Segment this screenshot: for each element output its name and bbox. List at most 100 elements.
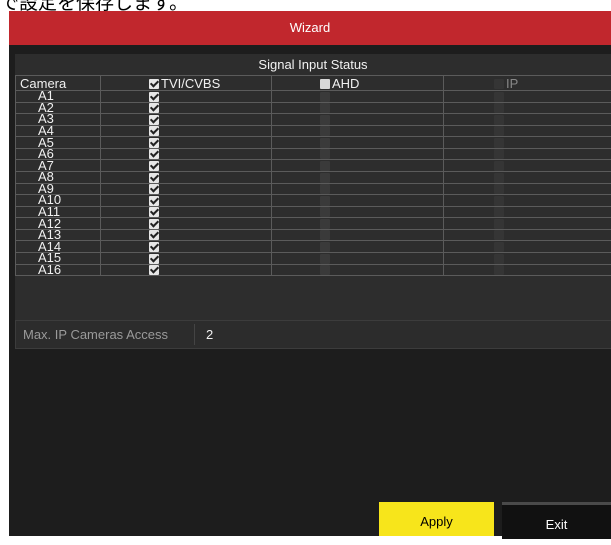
tvi-cvbs-cell[interactable] (101, 218, 272, 230)
tvi-cvbs-cell[interactable] (101, 195, 272, 207)
ahd-cell[interactable] (272, 252, 444, 264)
column-header-camera: Camera (16, 76, 101, 91)
column-header-ahd[interactable]: AHD (272, 76, 444, 91)
ip-label: IP (506, 76, 518, 91)
tvi-cvbs-cell[interactable] (101, 264, 272, 276)
table-row: A11 (16, 206, 611, 218)
ahd-cell[interactable] (272, 206, 444, 218)
tvi-cvbs-checkbox[interactable] (149, 115, 159, 125)
tvi-cvbs-checkbox[interactable] (149, 230, 159, 240)
ahd-cell[interactable] (272, 241, 444, 253)
tvi-cvbs-checkbox[interactable] (149, 196, 159, 206)
camera-name: A7 (16, 160, 101, 172)
tvi-cvbs-master-checkbox[interactable] (149, 79, 159, 89)
ahd-checkbox[interactable] (320, 196, 330, 206)
ip-checkbox (494, 230, 504, 240)
tvi-cvbs-checkbox[interactable] (149, 92, 159, 102)
ahd-cell[interactable] (272, 229, 444, 241)
apply-button[interactable]: Apply (379, 502, 494, 536)
tvi-cvbs-cell[interactable] (101, 91, 272, 103)
tvi-cvbs-checkbox[interactable] (149, 254, 159, 264)
ahd-checkbox[interactable] (320, 103, 330, 113)
tvi-cvbs-cell[interactable] (101, 229, 272, 241)
ahd-cell[interactable] (272, 218, 444, 230)
max-ip-cameras-value[interactable]: 2 (206, 321, 213, 348)
camera-name: A2 (16, 102, 101, 114)
max-ip-cameras-label: Max. IP Cameras Access (23, 321, 168, 348)
signal-input-panel: Signal Input Status Camera TVI/CVBS AHD … (15, 54, 611, 322)
ahd-checkbox[interactable] (320, 254, 330, 264)
ip-cell (444, 264, 611, 276)
table-row: A2 (16, 102, 611, 114)
column-header-tvi-cvbs[interactable]: TVI/CVBS (101, 76, 272, 91)
ahd-checkbox[interactable] (320, 149, 330, 159)
tvi-cvbs-cell[interactable] (101, 125, 272, 137)
ahd-checkbox[interactable] (320, 161, 330, 171)
ahd-cell[interactable] (272, 172, 444, 184)
tvi-cvbs-checkbox[interactable] (149, 126, 159, 136)
camera-name: A3 (16, 114, 101, 126)
tvi-cvbs-checkbox[interactable] (149, 242, 159, 252)
tvi-cvbs-cell[interactable] (101, 137, 272, 149)
tvi-cvbs-checkbox[interactable] (149, 103, 159, 113)
exit-button[interactable]: Exit (502, 502, 611, 539)
ahd-checkbox[interactable] (320, 184, 330, 194)
ahd-label: AHD (332, 76, 359, 91)
ahd-checkbox[interactable] (320, 138, 330, 148)
ahd-cell[interactable] (272, 91, 444, 103)
ip-cell (444, 91, 611, 103)
tvi-cvbs-cell[interactable] (101, 102, 272, 114)
ahd-cell[interactable] (272, 102, 444, 114)
tvi-cvbs-cell[interactable] (101, 241, 272, 253)
tvi-cvbs-cell[interactable] (101, 183, 272, 195)
table-row: A8 (16, 172, 611, 184)
ahd-cell[interactable] (272, 160, 444, 172)
ahd-master-checkbox[interactable] (320, 79, 330, 89)
ip-checkbox (494, 184, 504, 194)
ahd-cell[interactable] (272, 264, 444, 276)
ahd-checkbox[interactable] (320, 265, 330, 275)
tvi-cvbs-label: TVI/CVBS (161, 76, 220, 91)
tvi-cvbs-cell[interactable] (101, 114, 272, 126)
tvi-cvbs-cell[interactable] (101, 160, 272, 172)
tvi-cvbs-checkbox[interactable] (149, 149, 159, 159)
tvi-cvbs-cell[interactable] (101, 206, 272, 218)
ip-checkbox (494, 92, 504, 102)
ahd-checkbox[interactable] (320, 115, 330, 125)
ahd-checkbox[interactable] (320, 92, 330, 102)
ahd-cell[interactable] (272, 137, 444, 149)
ahd-cell[interactable] (272, 183, 444, 195)
table-row: A7 (16, 160, 611, 172)
tvi-cvbs-checkbox[interactable] (149, 138, 159, 148)
ahd-checkbox[interactable] (320, 207, 330, 217)
table-row: A6 (16, 148, 611, 160)
ahd-checkbox[interactable] (320, 219, 330, 229)
tvi-cvbs-checkbox[interactable] (149, 184, 159, 194)
ip-cell (444, 125, 611, 137)
tvi-cvbs-checkbox[interactable] (149, 207, 159, 217)
camera-name: A6 (16, 148, 101, 160)
ahd-checkbox[interactable] (320, 126, 330, 136)
tvi-cvbs-checkbox[interactable] (149, 265, 159, 275)
ahd-cell[interactable] (272, 114, 444, 126)
ip-cell (444, 102, 611, 114)
tvi-cvbs-checkbox[interactable] (149, 173, 159, 183)
ahd-checkbox[interactable] (320, 173, 330, 183)
signal-input-table: Camera TVI/CVBS AHD IP A1A2A3A4A5A6A7A8A… (15, 75, 611, 276)
ahd-cell[interactable] (272, 195, 444, 207)
tvi-cvbs-checkbox[interactable] (149, 219, 159, 229)
ip-checkbox (494, 207, 504, 217)
column-header-ip: IP (444, 76, 611, 91)
tvi-cvbs-cell[interactable] (101, 172, 272, 184)
ahd-cell[interactable] (272, 148, 444, 160)
table-row: A13 (16, 229, 611, 241)
table-row: A14 (16, 241, 611, 253)
ip-checkbox (494, 138, 504, 148)
ip-cell (444, 114, 611, 126)
tvi-cvbs-cell[interactable] (101, 148, 272, 160)
ahd-checkbox[interactable] (320, 230, 330, 240)
tvi-cvbs-cell[interactable] (101, 252, 272, 264)
tvi-cvbs-checkbox[interactable] (149, 161, 159, 171)
ahd-cell[interactable] (272, 125, 444, 137)
ahd-checkbox[interactable] (320, 242, 330, 252)
